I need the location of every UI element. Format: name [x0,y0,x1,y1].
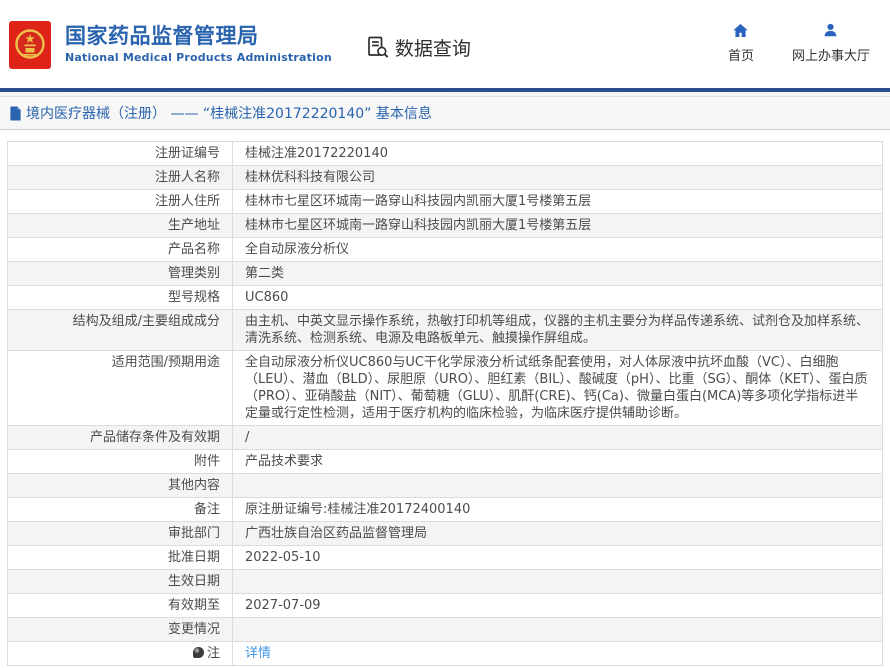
row-label: 管理类别 [8,262,233,285]
table-row: 生效日期 [8,570,882,594]
row-label: 型号规格 [8,286,233,309]
row-label: 生产地址 [8,214,233,237]
nav-hall-label: 网上办事大厅 [792,45,870,64]
row-value [233,618,882,641]
row-label: 注册人住所 [8,190,233,213]
row-label: 产品名称 [8,238,233,261]
table-row: 其他内容 [8,474,882,498]
table-row: 适用范围/预期用途全自动尿液分析仪UC860与UC干化学尿液分析试纸条配套使用，… [8,351,882,426]
row-label: 附件 [8,450,233,473]
data-query-label: 数据查询 [395,34,471,61]
row-label: 有效期至 [8,594,233,617]
table-row: 审批部门广西壮族自治区药品监督管理局 [8,522,882,546]
row-label: 备注 [8,498,233,521]
row-value: 产品技术要求 [233,450,882,473]
row-label: 审批部门 [8,522,233,545]
row-value: 第二类 [233,262,882,285]
nav-home-label: 首页 [728,45,754,64]
row-value: 桂林市七星区环城南一路穿山科技园内凯丽大厦1号楼第五层 [233,214,882,237]
table-row: 注册人名称桂林优科科技有限公司 [8,166,882,190]
row-value: 2027-07-09 [233,594,882,617]
nmpa-logo[interactable] [9,21,51,69]
table-row: 注册人住所桂林市七星区环城南一路穿山科技园内凯丽大厦1号楼第五层 [8,190,882,214]
row-label: 注册证编号 [8,142,233,165]
page-header: 国家药品监督管理局 National Medical Products Admi… [0,0,890,88]
row-value: 全自动尿液分析仪UC860与UC干化学尿液分析试纸条配套使用，对人体尿液中抗坏血… [233,351,882,425]
row-label: 结构及组成/主要组成成分 [8,310,233,350]
row-value: 桂械注准20172220140 [233,142,882,165]
row-label: 产品储存条件及有效期 [8,426,233,449]
table-row: 变更情况 [8,618,882,642]
row-label: 注 [8,642,233,665]
row-value: 原注册证编号:桂械注准20172400140 [233,498,882,521]
table-row: 结构及组成/主要组成成分由主机、中英文显示操作系统，热敏打印机等组成，仪器的主机… [8,310,882,351]
row-label: 其他内容 [8,474,233,497]
table-row: 产品储存条件及有效期/ [8,426,882,450]
document-icon [9,106,26,121]
table-row: 批准日期2022-05-10 [8,546,882,570]
table-row: 备注原注册证编号:桂械注准20172400140 [8,498,882,522]
agency-title-block: 国家药品监督管理局 National Medical Products Admi… [65,24,332,64]
table-row: 有效期至2027-07-09 [8,594,882,618]
row-value: 全自动尿液分析仪 [233,238,882,261]
row-value [233,474,882,497]
user-icon [822,22,839,45]
row-value: 桂林优科科技有限公司 [233,166,882,189]
table-row: 注详情 [8,642,882,666]
info-table: 注册证编号桂械注准20172220140注册人名称桂林优科科技有限公司注册人住所… [7,141,883,666]
row-label: 变更情况 [8,618,233,641]
row-value: 详情 [233,642,882,665]
nav-item-home[interactable]: 首页 [728,22,754,64]
data-query-tab[interactable]: 数据查询 [366,34,471,61]
note-icon [193,647,204,658]
row-value: 桂林市七星区环城南一路穿山科技园内凯丽大厦1号楼第五层 [233,190,882,213]
table-row: 产品名称全自动尿液分析仪 [8,238,882,262]
table-row: 附件产品技术要求 [8,450,882,474]
detail-link[interactable]: 详情 [245,646,271,661]
top-nav: 首页 网上办事大厅 [728,22,870,64]
row-label: 注册人名称 [8,166,233,189]
home-icon [732,22,749,45]
breadcrumb: 境内医疗器械（注册） —— “桂械注准20172220140” 基本信息 [0,97,890,130]
row-value: 由主机、中英文显示操作系统，热敏打印机等组成，仪器的主机主要分为样品传递系统、试… [233,310,882,350]
nav-item-service-hall[interactable]: 网上办事大厅 [792,22,870,64]
table-row: 生产地址桂林市七星区环城南一路穿山科技园内凯丽大厦1号楼第五层 [8,214,882,238]
table-row: 注册证编号桂械注准20172220140 [8,142,882,166]
agency-name-en: National Medical Products Administration [65,51,332,64]
emblem-icon [13,25,47,65]
row-label: 适用范围/预期用途 [8,351,233,425]
row-value: 广西壮族自治区药品监督管理局 [233,522,882,545]
content-area: 注册证编号桂械注准20172220140注册人名称桂林优科科技有限公司注册人住所… [0,130,890,666]
document-search-icon [366,35,395,59]
breadcrumb-text: 境内医疗器械（注册） —— “桂械注准20172220140” 基本信息 [26,103,432,123]
table-row: 管理类别第二类 [8,262,882,286]
agency-name-cn: 国家药品监督管理局 [65,24,332,48]
row-label: 批准日期 [8,546,233,569]
table-row: 型号规格UC860 [8,286,882,310]
row-value: 2022-05-10 [233,546,882,569]
row-value: UC860 [233,286,882,309]
row-label: 生效日期 [8,570,233,593]
row-value: / [233,426,882,449]
row-value [233,570,882,593]
